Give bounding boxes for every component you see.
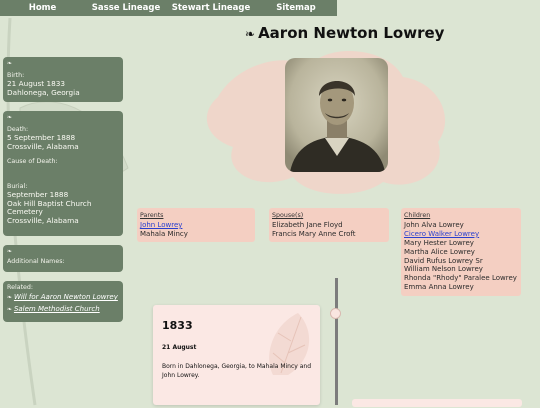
related-label: Related: (7, 284, 34, 291)
death-place: Crossville, Alabama (7, 141, 79, 151)
nav-stewart-lineage[interactable]: Stewart Lineage (167, 0, 255, 16)
birth-place: Dahlonega, Georgia (7, 87, 80, 97)
portrait-photo (285, 58, 388, 172)
fleuron-icon: ❧ (245, 27, 256, 41)
children-header: Children (404, 212, 431, 219)
bullet-icon: ❧ (7, 306, 14, 313)
nav-home[interactable]: Home (0, 0, 85, 16)
child-name: Emma Anna Lowrey (404, 283, 474, 292)
spouse-name: Elizabeth Jane Floyd (272, 220, 343, 229)
event-year: 1833 (162, 319, 193, 332)
death-box: ❧ Death: 5 September 1888 Crossville, Al… (3, 111, 123, 236)
cause-of-death-label: Cause of Death: (7, 158, 58, 166)
timeline-marker (330, 308, 341, 319)
timeline-line (335, 278, 338, 405)
parents-card: Parents John Lowrey Mahala Mincy (137, 208, 255, 242)
child-name: Rhonda "Rhody" Paralee Lowrey (404, 274, 517, 283)
spouse-name: Francis Mary Anne Croft (272, 229, 356, 238)
child-link[interactable]: Cicero Walker Lowrey (404, 230, 479, 238)
bullet-icon: ❧ (7, 248, 13, 255)
top-nav: Home Sasse Lineage Stewart Lineage Sitem… (0, 0, 337, 16)
related-link-will[interactable]: Will for Aaron Newton Lowrey (14, 293, 118, 301)
child-name: John Alva Lowrey (404, 220, 464, 229)
child-name: William Nelson Lowrey (404, 265, 483, 274)
nav-sasse-lineage[interactable]: Sasse Lineage (85, 0, 167, 16)
nav-sitemap[interactable]: Sitemap (255, 0, 337, 16)
additional-names-box: ❧ Additional Names: (3, 245, 123, 272)
bullet-icon: ❧ (7, 60, 13, 67)
related-box: Related: ❧ Will for Aaron Newton Lowrey … (3, 281, 123, 322)
person-name: Aaron Newton Lowrey (258, 24, 445, 42)
parents-header: Parents (140, 212, 164, 219)
child-name: David Rufus Lowrey Sr (404, 256, 483, 265)
bullet-icon: ❧ (7, 114, 13, 121)
child-name: Mary Hester Lowrey (404, 238, 474, 247)
spouses-card: Spouse(s) Elizabeth Jane Floyd Francis M… (269, 208, 389, 242)
event-description: Born in Dahlonega, Georgia, to Mahala Mi… (162, 363, 312, 379)
children-card: Children John Alva Lowrey Cicero Walker … (401, 208, 521, 296)
parent-link[interactable]: John Lowrey (140, 221, 182, 229)
event-date: 21 August (162, 344, 197, 351)
parent-name: Mahala Mincy (140, 229, 188, 238)
timeline-event-next (352, 399, 522, 407)
related-link-church[interactable]: Salem Methodist Church (14, 305, 100, 313)
spouses-header: Spouse(s) (272, 212, 304, 219)
child-name: Martha Alice Lowrey (404, 247, 475, 256)
birth-box: ❧ Birth: 21 August 1833 Dahlonega, Georg… (3, 57, 123, 102)
burial-place-line3: Crossville, Alabama (7, 215, 79, 225)
bullet-icon: ❧ (7, 294, 14, 301)
page-title: ❧ Aaron Newton Lowrey (245, 24, 444, 42)
additional-names-label: Additional Names: (7, 258, 65, 265)
timeline-event: 1833 21 August Born in Dahlonega, Georgi… (153, 305, 320, 405)
